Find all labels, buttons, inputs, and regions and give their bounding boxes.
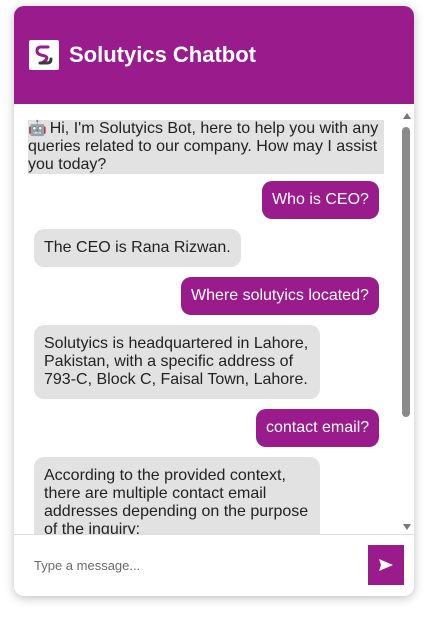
send-button[interactable] [368,545,404,585]
robot-icon: 🤖 [28,120,47,137]
chat-title: Solutyics Chatbot [69,42,257,67]
user-message: Where solutyics located? [181,277,379,315]
user-message: Who is CEO? [262,181,379,219]
bot-message: The CEO is Rana Rizwan. [34,229,241,267]
message-list[interactable]: 🤖 Hi, I'm Solutyics Bot, here to help you… [14,104,414,534]
welcome-text: Hi, I'm Solutyics Bot, here to help you … [28,120,379,173]
user-message: contact email? [256,409,380,447]
message-input[interactable] [24,545,364,585]
scroll-down-arrow-icon[interactable] [403,524,411,530]
solutyics-logo-icon [29,40,59,70]
scroll-up-arrow-icon[interactable] [403,113,411,119]
composer-bar [14,534,414,596]
chatbot-widget: Solutyics Chatbot 🤖 Hi, I'm Solutyics Bot… [14,6,414,596]
scrollbar-thumb[interactable] [402,127,410,417]
bot-message-welcome: 🤖 Hi, I'm Solutyics Bot, here to help you… [28,120,384,174]
bot-message: Solutyics is headquartered in Lahore, Pa… [34,325,320,399]
bot-message: According to the provided context, there… [34,457,320,534]
send-arrow-icon [379,559,393,571]
chat-header: Solutyics Chatbot [14,6,414,104]
message-scrollbar[interactable] [400,110,414,534]
